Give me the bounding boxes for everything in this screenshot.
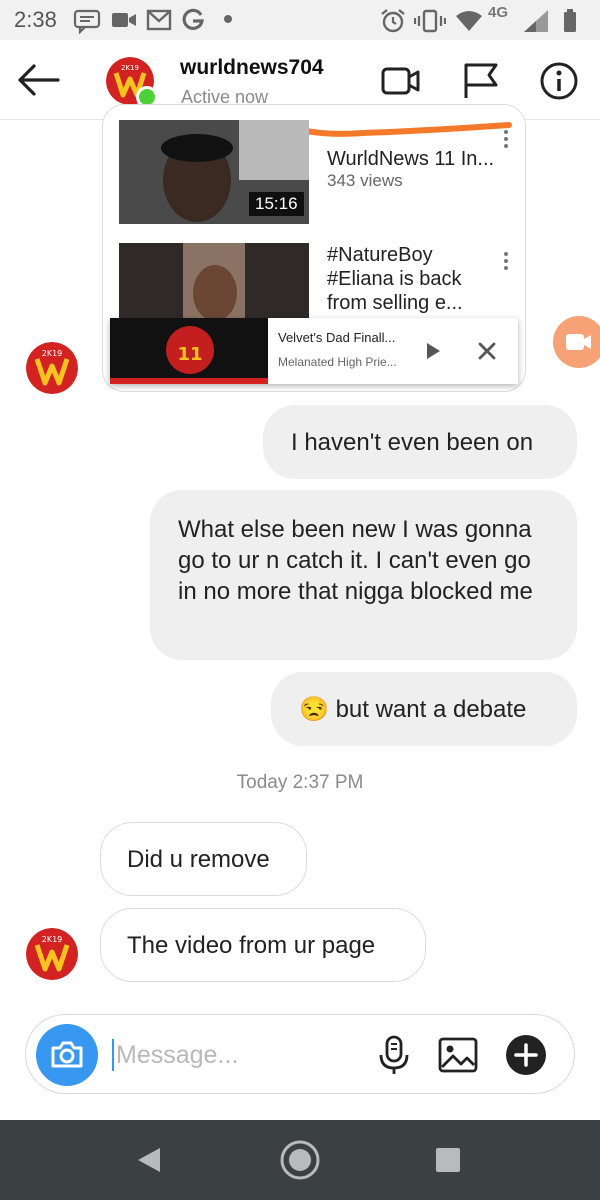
- svg-text:11: 11: [177, 344, 202, 365]
- nav-back-icon[interactable]: [126, 1138, 170, 1182]
- message-text: Did u remove: [127, 846, 270, 873]
- nav-home-icon[interactable]: [278, 1138, 322, 1182]
- message-text: I haven't even been on: [291, 429, 534, 456]
- wurldnews-11-logo-icon: 11: [110, 318, 268, 384]
- info-icon[interactable]: [538, 60, 580, 102]
- video-thumbnail-1[interactable]: 15:16: [119, 120, 309, 224]
- message-text: but want a debate: [335, 696, 527, 723]
- alarm-icon: [381, 9, 405, 33]
- video-icon: [112, 13, 136, 27]
- gmail-icon: [146, 9, 172, 31]
- text-cursor: [112, 1039, 114, 1071]
- google-icon: [182, 8, 204, 30]
- video-camera-icon: [566, 334, 591, 350]
- microphone-icon[interactable]: [372, 1033, 416, 1077]
- message-text: What else been new I was gonna go to ur …: [178, 516, 533, 605]
- message-timestamp: Today 2:37 PM: [236, 772, 364, 793]
- message-bubble-sent[interactable]: What else been new I was gonna go to ur …: [150, 490, 577, 660]
- svg-text:2K19: 2K19: [42, 349, 63, 358]
- message-input[interactable]: [116, 1035, 356, 1075]
- nav-recents-icon[interactable]: [426, 1138, 470, 1182]
- orange-scribble-icon: [274, 120, 512, 137]
- message-icon: [73, 9, 101, 34]
- message-text: The video from ur page: [127, 932, 376, 959]
- video-duration: 15:16: [249, 192, 304, 216]
- mini-player-title: Velvet's Dad Finall...: [278, 330, 396, 345]
- wurldnews-logo-icon: 2K19: [26, 342, 78, 394]
- gallery-icon[interactable]: [436, 1033, 480, 1077]
- mini-player[interactable]: 11 Velvet's Dad Finall... Melanated High…: [110, 318, 518, 384]
- android-nav-bar: [0, 1120, 600, 1200]
- floating-video-call-button[interactable]: [553, 316, 600, 368]
- dm-screen: 2:38 4G 2K19 wurldnews704 Active now 15:…: [0, 0, 600, 1200]
- battery-icon: [564, 9, 576, 32]
- message-bubble-received[interactable]: Did u remove: [100, 822, 307, 896]
- svg-text:2K19: 2K19: [121, 64, 139, 72]
- network-type-label: 4G: [488, 4, 509, 21]
- back-arrow-icon[interactable]: [14, 58, 64, 102]
- close-icon[interactable]: [476, 340, 498, 362]
- svg-text:2K19: 2K19: [42, 935, 63, 944]
- signal-icon: [524, 10, 548, 32]
- mini-player-channel: Melanated High Prie...: [278, 355, 397, 369]
- video-call-icon[interactable]: [380, 60, 422, 102]
- unamused-face-emoji-icon: 😒: [299, 696, 329, 723]
- status-bar: 2:38 4G: [0, 0, 600, 40]
- avatar[interactable]: 2K19: [26, 342, 78, 394]
- message-composer-area: [0, 998, 600, 1120]
- dot-icon: [224, 15, 232, 23]
- video-title-1[interactable]: WurldNews 11 In...: [327, 147, 497, 171]
- mini-player-thumbnail[interactable]: 11: [110, 318, 268, 384]
- wifi-icon: [456, 11, 482, 31]
- message-composer: [25, 1014, 575, 1094]
- status-time: 2:38: [14, 7, 57, 32]
- flag-icon[interactable]: [460, 60, 502, 102]
- play-icon[interactable]: [424, 341, 442, 361]
- message-bubble-received[interactable]: The video from ur page: [100, 908, 426, 982]
- camera-icon: [51, 1041, 83, 1068]
- vibrate-icon: [414, 9, 446, 33]
- wurldnews-logo-icon: 2K19: [26, 928, 78, 980]
- more-options-icon[interactable]: [501, 127, 511, 151]
- message-bubble-sent[interactable]: I haven't even been on: [263, 405, 577, 479]
- avatar[interactable]: 2K19: [26, 928, 78, 980]
- message-bubble-sent[interactable]: 😒 but want a debate: [271, 672, 577, 746]
- video-title-2[interactable]: #NatureBoy #Eliana is back from selling …: [327, 243, 497, 315]
- more-options-icon[interactable]: [501, 249, 511, 273]
- video-views: 343 views: [327, 171, 403, 190]
- camera-button[interactable]: [36, 1024, 98, 1086]
- chat-username[interactable]: wurldnews704: [180, 56, 324, 80]
- add-icon[interactable]: [504, 1033, 548, 1077]
